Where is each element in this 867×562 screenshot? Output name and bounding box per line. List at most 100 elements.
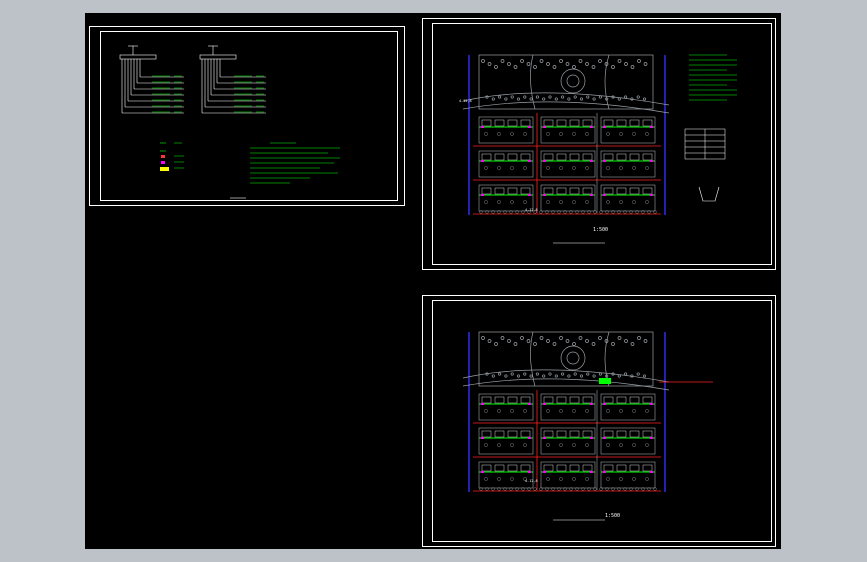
tree	[546, 132, 550, 136]
tree	[533, 487, 537, 491]
residential-block	[600, 184, 656, 212]
building	[603, 187, 614, 195]
plan-notes	[689, 54, 737, 101]
tree	[617, 336, 622, 340]
building	[569, 187, 580, 195]
tree	[585, 443, 589, 447]
tree	[554, 374, 558, 378]
tree	[606, 200, 610, 204]
tree	[572, 342, 576, 346]
building	[642, 464, 653, 472]
sheet-plan-bottom[interactable]	[422, 295, 776, 547]
tree	[643, 62, 648, 66]
tree	[542, 374, 546, 378]
plan-bottom-scale: 1:500	[605, 513, 621, 519]
tree	[632, 409, 636, 413]
tree	[548, 95, 552, 99]
building	[507, 187, 518, 195]
building	[629, 430, 640, 438]
tree	[606, 477, 610, 481]
building	[556, 153, 567, 161]
fixture	[543, 194, 546, 196]
tree	[510, 372, 514, 376]
sheet-schematic[interactable]	[89, 26, 405, 206]
tree	[592, 97, 596, 101]
fixture	[543, 160, 546, 162]
tree	[516, 374, 521, 378]
fixture	[543, 403, 546, 405]
building	[569, 396, 580, 404]
building	[507, 153, 518, 161]
building	[543, 396, 554, 404]
tree	[611, 342, 615, 346]
building	[603, 396, 614, 404]
building	[629, 153, 640, 161]
tree	[572, 166, 576, 170]
building	[582, 464, 593, 472]
residential-block	[540, 393, 596, 421]
block-outline	[478, 461, 534, 489]
tree	[632, 477, 636, 481]
building	[582, 153, 593, 161]
tree	[504, 97, 508, 101]
fixture	[481, 126, 484, 128]
building	[494, 430, 505, 438]
building	[616, 119, 627, 127]
tree	[619, 200, 623, 204]
fountain-inner	[566, 351, 580, 365]
block-outline	[478, 393, 534, 421]
tree	[632, 166, 636, 170]
fixture	[528, 160, 531, 162]
building	[642, 187, 653, 195]
building	[520, 396, 531, 404]
building	[556, 119, 567, 127]
block-outline	[540, 184, 596, 212]
fixture	[650, 437, 653, 439]
tree	[546, 166, 550, 170]
fixture	[603, 471, 606, 473]
trench-section	[698, 186, 720, 202]
tree	[491, 374, 495, 378]
tree	[504, 374, 508, 378]
tree	[497, 166, 501, 170]
tree	[542, 97, 546, 101]
tree	[513, 65, 518, 69]
building	[520, 187, 531, 195]
legend-table	[684, 128, 726, 160]
tree	[481, 336, 485, 340]
building	[494, 396, 505, 404]
drawing-viewport[interactable]: 1:500 4-12,8 4-12,8 1:500 4-12,8	[85, 13, 781, 549]
fixture	[528, 471, 531, 473]
building	[543, 464, 554, 472]
tree	[591, 342, 596, 346]
building	[543, 119, 554, 127]
fountain	[560, 345, 586, 371]
tree	[642, 374, 647, 378]
residential-block	[540, 184, 596, 212]
fixture	[650, 403, 653, 405]
tree	[559, 443, 563, 447]
tree	[573, 95, 577, 99]
building	[616, 430, 627, 438]
tree	[636, 372, 640, 376]
residential-block	[600, 116, 656, 144]
tree	[572, 409, 576, 413]
fountain	[560, 68, 586, 94]
tree	[510, 95, 514, 99]
building	[582, 119, 593, 127]
tree	[510, 443, 514, 447]
tree	[497, 477, 501, 481]
tree	[520, 59, 524, 63]
tree	[523, 166, 527, 170]
park-path	[462, 369, 670, 383]
residential-block	[540, 116, 596, 144]
building	[642, 430, 653, 438]
fixture	[481, 194, 484, 196]
tree	[546, 409, 550, 413]
pipe-tree-diagram-right	[199, 45, 266, 114]
tree	[578, 336, 583, 340]
tree	[619, 409, 623, 413]
tree	[579, 374, 584, 378]
tree	[606, 132, 610, 136]
tree	[624, 95, 628, 99]
